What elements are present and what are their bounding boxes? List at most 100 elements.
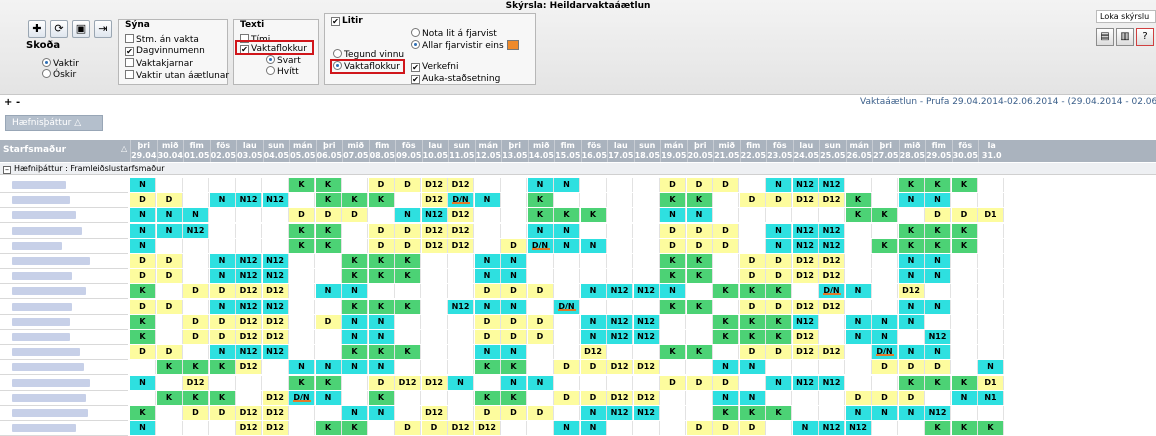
refresh-icon[interactable]: ⟳ [50,20,68,38]
shift-cell[interactable]: D [395,178,421,192]
shift-cell[interactable]: K [660,345,686,360]
day-column-header[interactable]: fös 16.05 [580,140,608,162]
shift-cell[interactable]: N [130,238,156,253]
table-row[interactable]: D D N N12 N12 K K K N N K K D D D12 D12 N N [0,268,1156,285]
shift-cell[interactable]: D [713,238,739,253]
shift-cell[interactable]: K [713,330,739,344]
shift-cell[interactable]: N [474,193,501,208]
shift-cell[interactable]: K [872,208,898,223]
shift-cell[interactable] [607,254,633,268]
shift-cell[interactable]: N [368,314,395,329]
shift-cell[interactable]: K [660,254,686,268]
shift-cell[interactable]: K [342,421,368,436]
shift-cell[interactable]: D [925,360,951,375]
shift-cell[interactable]: N [978,360,1004,375]
shift-cell[interactable]: K [342,269,368,284]
shift-cell[interactable]: D12 [262,284,289,299]
shift-cell[interactable]: D [527,284,554,299]
shift-cell[interactable]: D [183,314,209,329]
shift-cell[interactable]: D [580,360,607,375]
shift-cell[interactable]: K [368,345,395,360]
employee-name-redacted[interactable] [0,253,128,269]
shift-cell[interactable]: K [739,406,766,420]
shift-cell[interactable]: N12 [183,223,209,238]
shift-cell[interactable] [315,330,342,344]
shift-cell[interactable]: N12 [262,193,289,208]
litir-auka-checkbox[interactable]: ✔ Auka-staðsetning [411,74,500,85]
shift-cell[interactable] [209,238,236,253]
shift-cell[interactable] [183,178,209,192]
shift-cell[interactable] [819,360,845,375]
collapse-group-icon[interactable]: – [3,166,11,174]
table-row[interactable]: K D D D12 D12 N N D D D N N12 N12 N K K K D/N N D12 [0,283,1156,300]
shift-cell[interactable]: K [289,223,315,238]
shift-cell[interactable] [978,193,1004,208]
shift-cell[interactable]: K [713,284,739,299]
shift-cell[interactable]: D [686,238,713,253]
shift-cell[interactable]: N [580,238,607,253]
shift-cell[interactable]: D [739,345,766,360]
shift-cell[interactable] [554,406,580,420]
shift-cell[interactable]: N [925,345,951,360]
shift-cell[interactable] [633,375,660,390]
shift-cell[interactable]: N [898,314,925,329]
shift-cell[interactable] [660,330,686,344]
shift-cell[interactable] [713,208,739,223]
day-column-header[interactable]: lau 10.05 [421,140,449,162]
day-column-header[interactable]: mán 05.05 [289,140,316,162]
shift-cell[interactable] [289,330,315,344]
shift-cell[interactable] [951,330,978,344]
shift-cell[interactable]: N [845,284,872,299]
add-icon[interactable]: ✚ [28,20,46,38]
shift-cell[interactable] [845,375,872,390]
shift-cell[interactable] [633,178,660,192]
shift-cell[interactable] [580,178,607,192]
shift-cell[interactable]: D12 [448,178,474,192]
shift-cell[interactable]: N [130,223,156,238]
shift-cell[interactable] [951,269,978,284]
shift-cell[interactable] [607,178,633,192]
shift-cell[interactable] [395,193,421,208]
shift-cell[interactable]: D [474,284,501,299]
shift-cell[interactable] [289,299,315,314]
shift-cell[interactable] [554,269,580,284]
shift-cell[interactable]: D [739,421,766,436]
shift-cell[interactable]: K [527,193,554,208]
shift-cell[interactable]: K [368,269,395,284]
employee-name-redacted[interactable] [0,390,128,406]
shift-cell[interactable]: D12 [236,360,262,375]
shift-cell[interactable]: K [209,390,236,405]
shift-cell[interactable]: D [925,208,951,223]
shift-cell[interactable]: D12 [448,421,474,436]
shift-cell[interactable]: N [368,360,395,375]
shift-cell[interactable]: K [660,269,686,284]
shift-cell[interactable]: N12 [236,254,262,268]
shift-cell[interactable]: D [501,330,527,344]
shift-cell[interactable]: N [898,406,925,420]
shift-cell[interactable]: D12 [448,208,474,223]
shift-cell[interactable]: K [527,208,554,223]
shift-cell[interactable] [580,375,607,390]
shift-cell[interactable]: D [130,345,156,360]
shift-cell[interactable]: D [315,208,342,223]
shift-cell[interactable]: K [713,406,739,420]
shift-cell[interactable]: D12 [236,284,262,299]
shift-cell[interactable] [845,254,872,268]
shift-cell[interactable]: K [315,178,342,192]
shift-cell[interactable]: K [951,238,978,253]
shift-cell[interactable]: K [368,193,395,208]
shift-cell[interactable]: D [686,421,713,436]
shift-cell[interactable]: K [766,314,792,329]
shift-cell[interactable] [156,406,183,420]
day-column-header[interactable]: mán 19.05 [660,140,687,162]
shift-cell[interactable] [501,223,527,238]
loka-skyrslu-button[interactable]: Loka skýrslu [1096,10,1156,23]
shift-cell[interactable]: D12 [792,330,819,344]
fjarvist-color-swatch[interactable] [506,40,519,50]
skoda-oskir-radio[interactable]: Óskir [42,69,76,81]
table-row[interactable]: D D N N12 N12 K K K N N K K D D D12 D12 N N [0,253,1156,269]
shift-cell[interactable]: D12 [183,375,209,390]
shift-cell[interactable]: N [315,390,342,405]
shift-cell[interactable]: D [501,238,527,253]
shift-cell[interactable] [633,208,660,223]
